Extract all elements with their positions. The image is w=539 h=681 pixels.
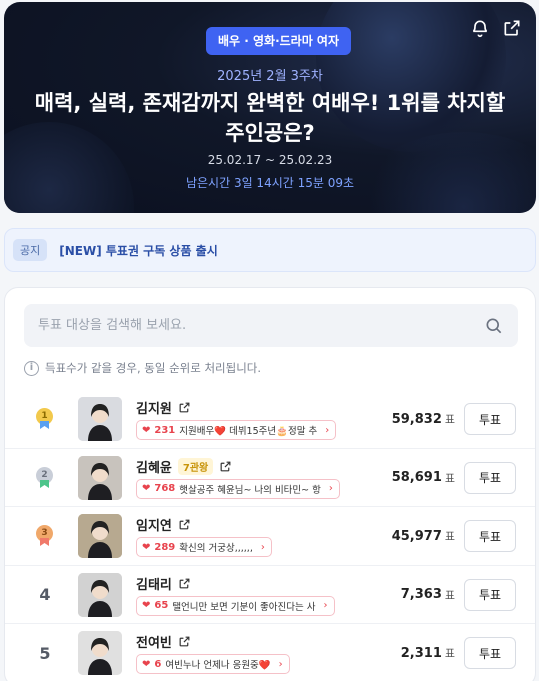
cheer-text: 햇살공주 혜윤님~ 나의 비타민~ 항 (179, 484, 321, 496)
cheer-count: 6 (154, 658, 162, 670)
search-bar[interactable] (24, 304, 518, 347)
external-link-icon[interactable] (178, 635, 191, 648)
ranking-row: 1 김지원 ❤ 231 지원배우❤️ 데뷔15주년🎂정말 추 › 59,832 … (5, 390, 535, 449)
chevron-right-icon: › (278, 658, 283, 670)
vote-page: 배우 · 영화·드라마 여자 2025년 2월 3주차 매력, 실력, 존재감까… (0, 0, 539, 681)
chevron-right-icon: › (260, 541, 265, 553)
vote-count-unit: 표 (444, 530, 455, 543)
heart-icon: ❤ (142, 424, 151, 436)
chevron-right-icon: › (323, 600, 328, 611)
cheer-message[interactable]: ❤ 289 확신의 거궁상,,,,,, › (136, 537, 272, 557)
rank-number: 5 (39, 643, 51, 663)
vote-hero-banner: 배우 · 영화·드라마 여자 2025년 2월 3주차 매력, 실력, 존재감까… (4, 2, 536, 213)
heart-icon: ❤ (142, 483, 151, 494)
notice-text[interactable]: [NEW] 투표권 구독 상품 출시 (59, 242, 218, 259)
external-link-icon[interactable] (219, 460, 232, 473)
rank: 1 (30, 390, 60, 448)
ranking-list: 1 김지원 ❤ 231 지원배우❤️ 데뷔15주년🎂정말 추 › 59,832 … (5, 390, 535, 681)
cheer-text: 지원배우❤️ 데뷔15주년🎂정말 추 (179, 426, 318, 437)
medal-icon: 2 (36, 466, 54, 489)
vote-title: 매력, 실력, 존재감까지 완벽한 여배우! 1위를 차지할 주인공은? (34, 91, 506, 145)
vote-week: 2025년 2월 3주차 (217, 69, 323, 84)
chevron-right-icon: › (325, 424, 330, 436)
avatar[interactable] (78, 514, 122, 558)
cheer-text: 탤언니만 보면 기분이 좋아진다는 사 (172, 601, 316, 613)
consecutive-win-badge: 7관왕 (177, 457, 214, 475)
vote-count-unit: 표 (444, 647, 455, 660)
rank: 5 (30, 624, 60, 681)
tie-rule-note: i 득표수가 같을 경우, 동일 순위로 처리됩니다. (24, 360, 261, 376)
ranking-row: 2 김혜윤 7관왕 ❤ 768 햇살공주 혜윤님~ 나의 비타민~ 항 › 58… (5, 449, 535, 507)
vote-button[interactable]: 투표 (464, 520, 516, 552)
vote-count-unit: 표 (444, 471, 455, 485)
rank-number: 4 (39, 585, 51, 604)
cheer-message[interactable]: ❤ 6 여빈누나 언제나 응원중❤️ › (136, 654, 290, 674)
avatar[interactable] (78, 631, 122, 675)
category-badge: 배우 · 영화·드라마 여자 (206, 27, 352, 55)
vote-count-unit: 표 (444, 413, 455, 426)
notice-banner[interactable]: 공지 [NEW] 투표권 구독 상품 출시 (4, 228, 536, 272)
vote-count-value: 58,691 (391, 470, 442, 485)
heart-icon: ❤ (142, 600, 151, 611)
bell-icon[interactable] (470, 18, 490, 38)
vote-period: 25.02.17 ~ 25.02.23 (207, 153, 333, 167)
external-link-icon[interactable] (178, 518, 191, 531)
cheer-message[interactable]: ❤ 65 탤언니만 보면 기분이 좋아진다는 사 › (136, 595, 335, 616)
external-link-icon[interactable] (178, 401, 191, 414)
vote-count-value: 59,832 (391, 411, 442, 427)
vote-count: 7,363 표 (401, 566, 455, 624)
cheer-count: 289 (154, 541, 176, 553)
external-link-icon[interactable] (178, 577, 191, 590)
avatar[interactable] (78, 572, 122, 617)
ranking-row: 5 전여빈 ❤ 6 여빈누나 언제나 응원중❤️ › 2,311 표 투표 (5, 624, 535, 681)
avatar[interactable] (78, 397, 122, 441)
vote-count-unit: 표 (444, 588, 455, 602)
notice-tag: 공지 (13, 239, 48, 261)
search-icon[interactable] (484, 316, 504, 336)
tie-rule-text: 득표수가 같을 경우, 동일 순위로 처리됩니다. (45, 361, 262, 375)
candidate-name[interactable]: 전여빈 (136, 632, 172, 651)
avatar[interactable] (78, 455, 122, 500)
rank: 3 (30, 507, 60, 565)
chevron-right-icon: › (328, 483, 333, 494)
vote-count: 2,311 표 (401, 624, 455, 681)
info-icon: i (24, 360, 39, 376)
vote-count: 58,691 표 (392, 449, 455, 507)
cheer-text: 여빈누나 언제나 응원중❤️ (165, 660, 271, 671)
vote-count-value: 7,363 (400, 587, 442, 602)
candidate-name[interactable]: 김태리 (136, 574, 172, 593)
candidate-name[interactable]: 임지연 (136, 515, 172, 534)
cheer-text: 확신의 거궁상,,,,,, (179, 543, 253, 554)
search-input[interactable] (38, 304, 458, 347)
vote-count: 45,977 표 (392, 507, 455, 565)
medal-icon: 1 (36, 408, 54, 430)
vote-button[interactable]: 투표 (464, 578, 516, 611)
cheer-message[interactable]: ❤ 768 햇살공주 혜윤님~ 나의 비타민~ 항 › (136, 478, 340, 499)
cheer-count: 231 (154, 424, 176, 436)
cheer-count: 768 (154, 483, 176, 494)
vote-button[interactable]: 투표 (464, 461, 516, 494)
vote-count: 59,832 표 (392, 390, 455, 448)
vote-count-value: 45,977 (391, 528, 442, 544)
share-icon[interactable] (502, 18, 522, 38)
vote-button[interactable]: 투표 (464, 403, 516, 435)
remaining-time: 남은시간 3일 14시간 15분 09초 (185, 176, 355, 190)
ranking-card: i 득표수가 같을 경우, 동일 순위로 처리됩니다. 1 김지원 ❤ (4, 287, 536, 681)
medal-icon: 3 (36, 525, 54, 547)
heart-icon: ❤ (142, 658, 151, 670)
rank: 2 (30, 449, 60, 507)
rank: 4 (30, 566, 60, 624)
candidate-name[interactable]: 김혜윤 (136, 457, 172, 476)
ranking-row: 3 임지연 ❤ 289 확신의 거궁상,,,,,, › 45,977 표 투표 (5, 507, 535, 566)
cheer-count: 65 (154, 600, 169, 611)
cheer-message[interactable]: ❤ 231 지원배우❤️ 데뷔15주년🎂정말 추 › (136, 420, 337, 440)
heart-icon: ❤ (142, 541, 151, 553)
candidate-name[interactable]: 김지원 (136, 398, 172, 417)
vote-button[interactable]: 투표 (464, 637, 516, 669)
ranking-row: 4 김태리 ❤ 65 탤언니만 보면 기분이 좋아진다는 사 › 7,363 표 (5, 566, 535, 624)
vote-count-value: 2,311 (400, 645, 442, 661)
